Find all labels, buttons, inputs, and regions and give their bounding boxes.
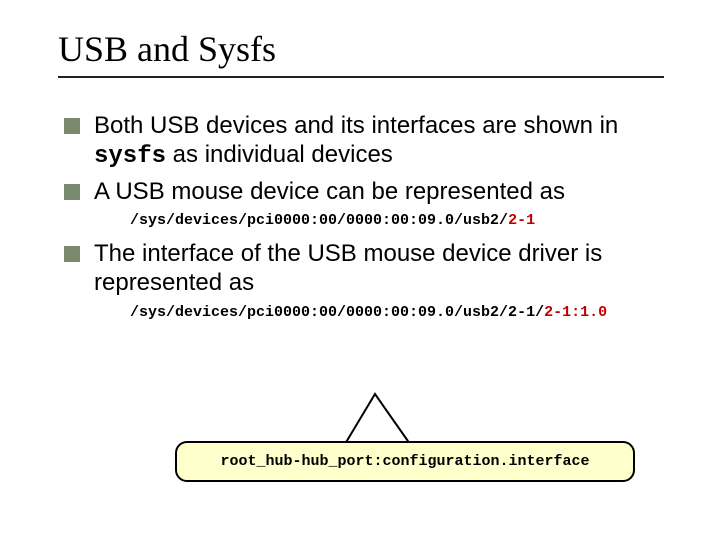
bullet-item: The interface of the USB mouse device dr… xyxy=(64,240,670,322)
code-path-prefix: /sys/devices/pci0000:00/0000:00:09.0/usb… xyxy=(130,212,508,229)
callout: root_hub-hub_port:configuration.interfac… xyxy=(175,395,635,436)
callout-pointer-icon xyxy=(315,389,435,449)
bullet-item: Both USB devices and its interfaces are … xyxy=(64,112,670,172)
bullet-text: A USB mouse device can be represented as xyxy=(94,178,565,205)
code-path: /sys/devices/pci0000:00/0000:00:09.0/usb… xyxy=(94,212,670,230)
callout-text: root_hub-hub_port:configuration.interfac… xyxy=(220,453,589,470)
bullet-text: as individual devices xyxy=(166,141,393,168)
bullet-list: Both USB devices and its interfaces are … xyxy=(58,112,670,322)
bullet-text: The interface of the USB mouse device dr… xyxy=(94,240,602,296)
slide-title: USB and Sysfs xyxy=(58,28,670,70)
bullet-item: A USB mouse device can be represented as… xyxy=(64,178,670,231)
code-path: /sys/devices/pci0000:00/0000:00:09.0/usb… xyxy=(94,304,670,322)
bullet-text: Both USB devices and its interfaces are … xyxy=(94,112,618,139)
code-path-highlight: 2-1:1.0 xyxy=(544,304,607,321)
title-underline xyxy=(58,76,664,78)
inline-code: sysfs xyxy=(94,143,166,170)
callout-box: root_hub-hub_port:configuration.interfac… xyxy=(175,441,635,482)
code-path-prefix: /sys/devices/pci0000:00/0000:00:09.0/usb… xyxy=(130,304,544,321)
code-path-highlight: 2-1 xyxy=(508,212,535,229)
